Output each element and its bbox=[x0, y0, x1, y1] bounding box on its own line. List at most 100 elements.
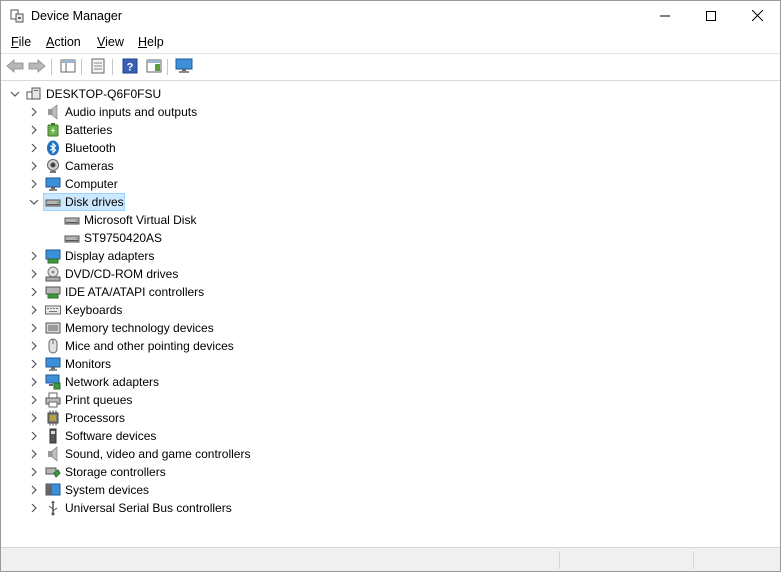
tree-category-ide-ata-atapi-controllers[interactable]: IDE ATA/ATAPI controllers bbox=[45, 283, 204, 301]
computer-root-icon bbox=[26, 86, 42, 102]
tree-category-batteries[interactable]: Batteries bbox=[45, 121, 112, 139]
tree-node-label: Processors bbox=[65, 411, 126, 425]
forward-button[interactable] bbox=[27, 57, 47, 77]
expand-chevron-icon[interactable] bbox=[29, 503, 39, 513]
maximize-button[interactable] bbox=[688, 1, 734, 32]
tree-node-label: Sound, video and game controllers bbox=[65, 447, 251, 461]
properties-button[interactable] bbox=[88, 57, 108, 77]
tree-category-audio-inputs-and-outputs[interactable]: Audio inputs and outputs bbox=[45, 103, 197, 121]
expand-chevron-icon[interactable] bbox=[29, 161, 39, 171]
expand-chevron-icon[interactable] bbox=[29, 377, 39, 387]
tree-category-bluetooth[interactable]: Bluetooth bbox=[45, 139, 116, 157]
tree-node-label: Display adapters bbox=[65, 249, 155, 263]
tree-node-label: ST9750420AS bbox=[84, 231, 163, 245]
expand-chevron-icon[interactable] bbox=[29, 251, 39, 261]
tree-category-monitors[interactable]: Monitors bbox=[45, 355, 111, 373]
expand-chevron-icon[interactable] bbox=[29, 341, 39, 351]
tree-node-label: Memory technology devices bbox=[65, 321, 214, 335]
menu-file-label: ile bbox=[18, 35, 32, 49]
expand-chevron-icon[interactable] bbox=[29, 395, 39, 405]
collapse-chevron-icon[interactable] bbox=[29, 197, 39, 207]
tree-category-sound-video-and-game-controllers[interactable]: Sound, video and game controllers bbox=[45, 445, 250, 463]
menu-action[interactable]: Action bbox=[46, 35, 81, 49]
toolbar-separator bbox=[112, 59, 113, 75]
show-hide-console-tree-button[interactable] bbox=[58, 57, 78, 77]
device-tree[interactable]: DESKTOP-Q6F0FSU Audio inputs and outputs B… bbox=[1, 82, 780, 547]
expand-chevron-icon[interactable] bbox=[29, 143, 39, 153]
tree-category-print-queues[interactable]: Print queues bbox=[45, 391, 132, 409]
tree-node-label: Universal Serial Bus controllers bbox=[65, 501, 232, 515]
tree-category-memory-technology-devices[interactable]: Memory technology devices bbox=[45, 319, 214, 337]
tree-category-dvd-cd-rom-drives[interactable]: DVD/CD-ROM drives bbox=[45, 265, 178, 283]
menu-view[interactable]: View bbox=[97, 35, 124, 49]
collapse-chevron-icon[interactable] bbox=[10, 89, 20, 99]
tree-node-label: Bluetooth bbox=[65, 141, 116, 155]
tree-category-keyboards[interactable]: Keyboards bbox=[45, 301, 122, 319]
dvd-drive-icon bbox=[45, 266, 61, 282]
svg-text:?: ? bbox=[127, 61, 134, 73]
tree-node-label: Cameras bbox=[65, 159, 114, 173]
menu-action-label: ction bbox=[54, 35, 81, 49]
tree-node-label: Mice and other pointing devices bbox=[65, 339, 234, 353]
forward-arrow-icon bbox=[28, 58, 46, 77]
menu-file[interactable]: File bbox=[11, 35, 31, 49]
tree-category-storage-controllers[interactable]: Storage controllers bbox=[45, 463, 166, 481]
memory-icon bbox=[45, 320, 61, 336]
expand-chevron-icon[interactable] bbox=[29, 305, 39, 315]
expand-chevron-icon[interactable] bbox=[29, 323, 39, 333]
tree-category-network-adapters[interactable]: Network adapters bbox=[45, 373, 159, 391]
expand-chevron-icon[interactable] bbox=[29, 179, 39, 189]
tree-category-computer[interactable]: Computer bbox=[45, 175, 118, 193]
help-button[interactable]: ? bbox=[120, 57, 140, 77]
tree-category-universal-serial-bus-controllers[interactable]: Universal Serial Bus controllers bbox=[45, 499, 232, 517]
speaker-icon bbox=[45, 446, 61, 462]
expand-chevron-icon[interactable] bbox=[29, 269, 39, 279]
tree-device-node[interactable]: Microsoft Virtual Disk bbox=[64, 211, 196, 229]
maximize-icon bbox=[706, 10, 716, 24]
expand-chevron-icon[interactable] bbox=[29, 107, 39, 117]
expand-chevron-icon[interactable] bbox=[29, 449, 39, 459]
tree-node-label: Software devices bbox=[65, 429, 157, 443]
expand-chevron-icon[interactable] bbox=[29, 485, 39, 495]
tree-category-display-adapters[interactable]: Display adapters bbox=[45, 247, 154, 265]
tree-node-label: Audio inputs and outputs bbox=[65, 105, 198, 119]
tree-node-label: DESKTOP-Q6F0FSU bbox=[46, 87, 162, 101]
monitor-icon bbox=[175, 58, 193, 77]
tree-node-label: System devices bbox=[65, 483, 150, 497]
properties-icon bbox=[90, 58, 106, 77]
expand-chevron-icon[interactable] bbox=[29, 125, 39, 135]
scan-hardware-button[interactable] bbox=[174, 57, 194, 77]
action-pane-icon bbox=[146, 58, 162, 77]
tree-category-disk-drives[interactable]: Disk drives bbox=[45, 193, 124, 211]
action-pane-button[interactable] bbox=[144, 57, 164, 77]
disk-drive-icon bbox=[64, 230, 80, 246]
tree-category-system-devices[interactable]: System devices bbox=[45, 481, 149, 499]
tree-category-software-devices[interactable]: Software devices bbox=[45, 427, 156, 445]
tree-root-node[interactable]: DESKTOP-Q6F0FSU bbox=[26, 85, 161, 103]
tree-category-mice-and-other-pointing-devices[interactable]: Mice and other pointing devices bbox=[45, 337, 234, 355]
title-bar[interactable]: Device Manager bbox=[1, 1, 780, 32]
expand-chevron-icon[interactable] bbox=[29, 413, 39, 423]
tree-node-label: IDE ATA/ATAPI controllers bbox=[65, 285, 205, 299]
menu-help[interactable]: Help bbox=[138, 35, 164, 49]
close-button[interactable] bbox=[734, 1, 780, 32]
close-icon bbox=[751, 9, 763, 24]
expand-chevron-icon[interactable] bbox=[29, 431, 39, 441]
menu-help-accel: H bbox=[138, 35, 148, 49]
disk-drive-icon bbox=[64, 212, 80, 228]
tree-node-label: DVD/CD-ROM drives bbox=[65, 267, 179, 281]
expand-chevron-icon[interactable] bbox=[29, 467, 39, 477]
system-devices-icon bbox=[45, 482, 61, 498]
monitor-icon bbox=[45, 356, 61, 372]
tree-category-cameras[interactable]: Cameras bbox=[45, 157, 114, 175]
tree-device-node[interactable]: ST9750420AS bbox=[64, 229, 162, 247]
battery-icon bbox=[45, 122, 61, 138]
back-button[interactable] bbox=[5, 57, 25, 77]
expand-chevron-icon[interactable] bbox=[29, 359, 39, 369]
minimize-button[interactable] bbox=[642, 1, 688, 32]
tree-category-processors[interactable]: Processors bbox=[45, 409, 125, 427]
device-manager-app-icon bbox=[10, 9, 24, 23]
expand-chevron-icon[interactable] bbox=[29, 287, 39, 297]
back-arrow-icon bbox=[6, 58, 24, 77]
storage-controller-icon bbox=[45, 464, 61, 480]
